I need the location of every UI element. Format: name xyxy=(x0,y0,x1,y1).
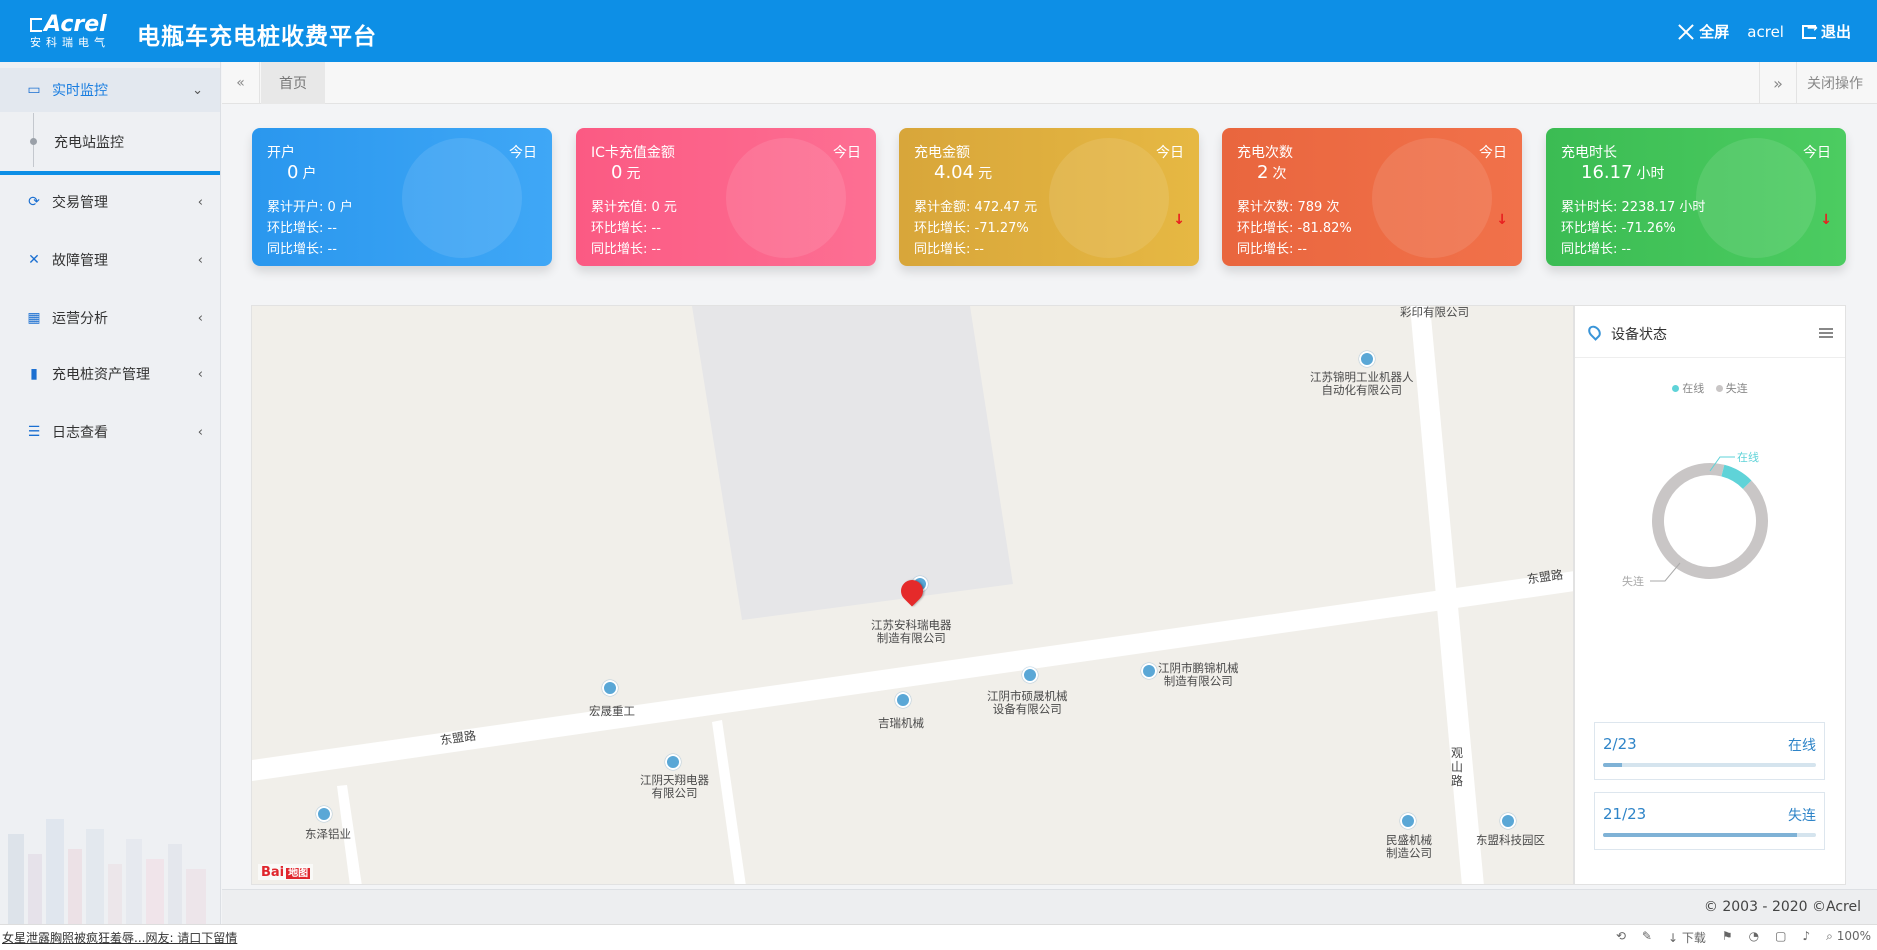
offline-status-box: 21/23 失连 xyxy=(1594,792,1825,850)
page-footer: © 2003 - 2020 ©Acrel xyxy=(222,889,1877,924)
down-arrow-icon: ↓ xyxy=(1173,212,1185,228)
browser-status-bar: 女星泄露胸照被疯狂羞辱...网友: 请口下留情 ⟲ ✎ ↓ 下载 ⚑ ◔ ▢ ♪… xyxy=(0,924,1877,950)
stat-card-ic-recharge: IC卡充值金额 今日 0元 累计充值: 0 元 环比增长: -- 同比增长: -… xyxy=(576,128,876,266)
refresh-icon[interactable]: ⟲ xyxy=(1616,929,1626,946)
chevron-down-icon: ⌄ xyxy=(192,82,203,98)
poi-marker-icon[interactable] xyxy=(1359,351,1375,367)
tab-bar: « 首页 » 关闭操作 xyxy=(222,62,1877,104)
news-link[interactable]: 女星泄露胸照被疯狂羞辱...网友: 请口下留情 xyxy=(2,929,237,946)
pin-icon[interactable]: ✎ xyxy=(1642,929,1652,946)
logout-button[interactable]: 退出 xyxy=(1801,21,1851,42)
legend-online[interactable]: 在线 xyxy=(1672,380,1704,396)
logout-icon xyxy=(1801,21,1818,39)
fullscreen-button[interactable]: 全屏 xyxy=(1678,21,1729,42)
window-icon[interactable]: ▢ xyxy=(1775,929,1786,946)
zoom-level[interactable]: ⌕ 100% xyxy=(1826,929,1871,946)
close-operations-button[interactable]: 关闭操作 xyxy=(1797,73,1877,93)
tab-scroll-back-button[interactable]: « xyxy=(222,62,260,104)
stat-card-charge-count: 充电次数 今日 2次 累计次数: 789 次 环比增长: -81.82% 同比增… xyxy=(1222,128,1522,266)
chevron-left-icon: ‹ xyxy=(197,194,203,210)
device-status-donut: 在线 失连 xyxy=(1622,450,1768,588)
history-icon[interactable]: ◔ xyxy=(1749,929,1759,946)
poi-marker-icon[interactable] xyxy=(1141,663,1157,679)
online-progress-fill xyxy=(1603,763,1622,767)
database-icon xyxy=(1372,138,1492,258)
calendar-icon: ▦ xyxy=(27,310,41,326)
lightning-icon xyxy=(1049,138,1169,258)
online-status-box: 2/23 在线 xyxy=(1594,722,1825,780)
poi-marker-icon[interactable] xyxy=(895,692,911,708)
fullscreen-icon xyxy=(1678,24,1694,40)
charger-icon: ▮ xyxy=(30,366,38,382)
donut-label-offline: 失连 xyxy=(1622,575,1644,588)
platform-title: 电瓶车充电桩收费平台 xyxy=(137,24,377,50)
chevron-left-icon: ‹ xyxy=(197,366,203,382)
user-name[interactable]: acrel xyxy=(1747,23,1784,41)
poi-marker-icon[interactable] xyxy=(665,754,681,770)
flag-icon[interactable]: ⚑ xyxy=(1722,929,1733,946)
menu-icon[interactable] xyxy=(1819,328,1833,338)
download-button[interactable]: ↓ 下载 xyxy=(1668,929,1706,946)
baidu-map-logo: Bai 地图 xyxy=(258,864,314,880)
donut-legend: 在线 失连 xyxy=(1575,380,1845,396)
sidebar: ▭ 实时监控 ⌄ 充电站监控 ⟳ 交易管理 ‹ ✕ 故障管理 ‹ ▦ 运营分析 … xyxy=(0,62,221,924)
volume-icon[interactable]: ♪ xyxy=(1802,929,1810,946)
down-arrow-icon: ↓ xyxy=(1496,212,1508,228)
tab-home[interactable]: 首页 xyxy=(261,62,325,104)
log-icon: ☰ xyxy=(27,424,41,440)
stat-card-charge-duration: 充电时长 今日 16.17 小时 累计时长: 2238.17 小时 环比增长: -… xyxy=(1546,128,1846,266)
money-bag-icon xyxy=(726,138,846,258)
device-status-panel: 设备状态 在线 失连 在线 失连 2/23 在线 21/23 失连 xyxy=(1574,305,1846,885)
poi-marker-icon[interactable] xyxy=(1400,813,1416,829)
top-header: Acrel 安科瑞电气 电瓶车充电桩收费平台 全屏 acrel 退出 xyxy=(0,0,1877,62)
offline-progress-fill xyxy=(1603,833,1798,837)
sidebar-subitem-station-monitor[interactable]: 充电站监控 xyxy=(0,113,220,171)
globe-icon xyxy=(402,138,522,258)
donut-label-online: 在线 xyxy=(1737,450,1759,464)
transaction-icon: ⟳ xyxy=(28,194,40,210)
chevron-left-icon: ‹ xyxy=(197,252,203,268)
poi-marker-icon[interactable] xyxy=(316,806,332,822)
sidebar-item-realtime-monitor[interactable]: ▭ 实时监控 ⌄ xyxy=(0,68,220,112)
stat-card-charge-amount: 充电金额 今日 4.04 元 累计金额: 472.47 元 环比增长: -71.2… xyxy=(899,128,1199,266)
sidebar-item-logs[interactable]: ☰ 日志查看 ‹ xyxy=(0,410,220,454)
active-indicator xyxy=(0,171,220,175)
sidebar-item-operations[interactable]: ▦ 运营分析 ‹ xyxy=(0,296,220,340)
donut-slice-online xyxy=(1721,464,1752,490)
sidebar-item-transactions[interactable]: ⟳ 交易管理 ‹ xyxy=(0,180,220,224)
sidebar-item-assets[interactable]: ▮ 充电桩资产管理 ‹ xyxy=(0,352,220,396)
chevron-left-icon: ‹ xyxy=(197,310,203,326)
legend-offline[interactable]: 失连 xyxy=(1715,380,1748,396)
chevron-left-icon: ‹ xyxy=(197,424,203,440)
skyline-decoration xyxy=(8,819,206,924)
bullet-icon xyxy=(30,138,37,145)
poi-marker-icon[interactable] xyxy=(1022,667,1038,683)
monitor-icon: ▭ xyxy=(27,82,41,98)
sidebar-item-faults[interactable]: ✕ 故障管理 ‹ xyxy=(0,238,220,282)
stat-card-accounts: 开户 今日 0户 累计开户: 0 户 环比增长: -- 同比增长: -- xyxy=(252,128,552,266)
poi-marker-icon[interactable] xyxy=(1500,813,1516,829)
wrench-icon: ✕ xyxy=(28,252,40,268)
acrel-logo: Acrel 安科瑞电气 xyxy=(30,12,110,49)
tab-scroll-forward-button[interactable]: » xyxy=(1759,62,1797,104)
poi-marker-icon[interactable] xyxy=(602,680,618,696)
hourglass-icon xyxy=(1696,138,1816,258)
down-arrow-icon: ↓ xyxy=(1820,212,1832,228)
location-icon xyxy=(1585,323,1604,341)
